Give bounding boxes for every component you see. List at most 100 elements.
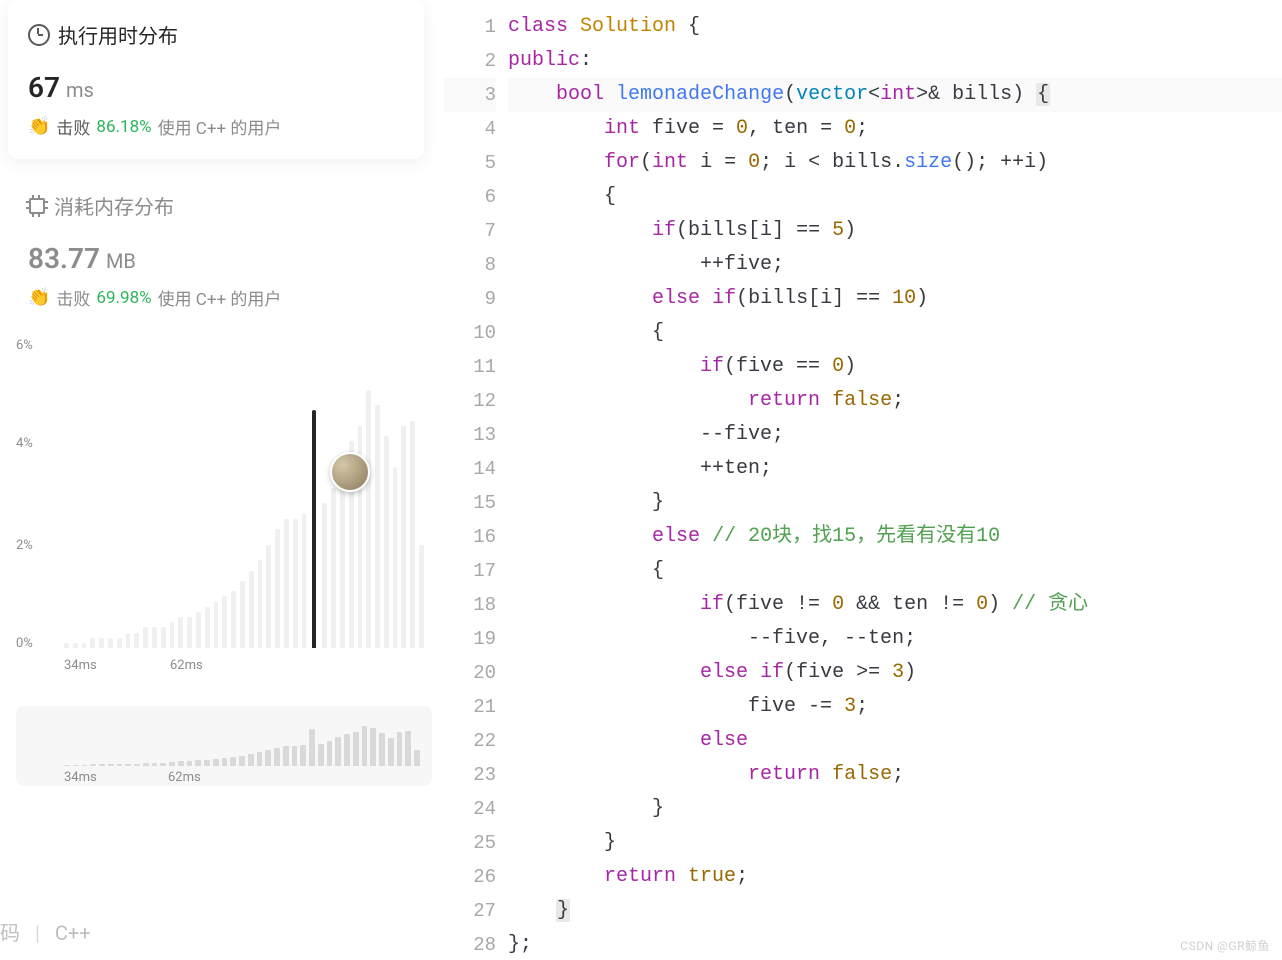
bar[interactable]	[302, 514, 307, 648]
code-line[interactable]: if(bills[i] == 5)	[508, 214, 1282, 248]
bar[interactable]	[73, 643, 78, 648]
mini-bar	[90, 764, 96, 766]
stats-panel: 执行用时分布 67 ms 👏 击败 86.18% 使用 C++ 的用户	[0, 0, 444, 960]
bar[interactable]	[366, 390, 371, 648]
runtime-title-text: 执行用时分布	[58, 20, 178, 49]
bar[interactable]	[108, 638, 113, 648]
runtime-distribution-chart[interactable]: 6% 4% 2% 0% 34ms 62ms	[16, 338, 432, 698]
bar[interactable]	[384, 436, 389, 648]
code-line[interactable]: }	[508, 894, 1282, 928]
bar[interactable]	[117, 638, 122, 648]
mini-bar	[309, 729, 315, 766]
code-line[interactable]: --five, --ten;	[508, 622, 1282, 656]
bar[interactable]	[99, 638, 104, 648]
bar[interactable]	[196, 612, 201, 648]
line-number: 27	[444, 894, 496, 928]
code-line[interactable]: }	[508, 826, 1282, 860]
bar[interactable]	[170, 622, 175, 648]
line-number: 6	[444, 180, 496, 214]
line-number: 5	[444, 146, 496, 180]
code-editor[interactable]: 1234567891011121314151617181920212223242…	[444, 0, 1282, 960]
code-line[interactable]: {	[508, 316, 1282, 350]
line-number: 23	[444, 758, 496, 792]
bar[interactable]	[64, 643, 69, 648]
code-line[interactable]: else if(five >= 3)	[508, 656, 1282, 690]
code-line[interactable]: return true;	[508, 860, 1282, 894]
memory-beat-label: 击败	[56, 285, 90, 310]
code-line[interactable]: ++ten;	[508, 452, 1282, 486]
bar[interactable]	[275, 529, 280, 648]
bar[interactable]	[90, 638, 95, 648]
mini-bar	[335, 737, 341, 766]
bar[interactable]	[284, 519, 289, 648]
line-number: 10	[444, 316, 496, 350]
memory-value: 83.77	[28, 242, 100, 275]
bar[interactable]	[312, 410, 316, 648]
bar[interactable]	[322, 503, 327, 648]
bar[interactable]	[126, 633, 131, 649]
bar[interactable]	[143, 627, 148, 648]
bar[interactable]	[161, 627, 166, 648]
code-line[interactable]: --five;	[508, 418, 1282, 452]
code-line[interactable]: else // 20块，找15，先看有没有10	[508, 520, 1282, 554]
mini-bar	[187, 761, 193, 766]
bar[interactable]	[266, 545, 271, 648]
code-line[interactable]: }	[508, 792, 1282, 826]
bar[interactable]	[293, 519, 298, 648]
clap-icon: 👏	[28, 116, 50, 137]
code-line[interactable]: int five = 0, ten = 0;	[508, 112, 1282, 146]
code-line[interactable]: for(int i = 0; i < bills.size(); ++i)	[508, 146, 1282, 180]
memory-section: 消耗内存分布 83.77 MB 👏 击败 69.98% 使用 C++ 的用户	[28, 191, 416, 310]
user-avatar-marker[interactable]	[330, 452, 370, 492]
bar[interactable]	[134, 633, 139, 649]
mini-bar	[388, 738, 394, 766]
code-line[interactable]: bool lemonadeChange(vector<int>& bills) …	[508, 78, 1282, 112]
line-number: 17	[444, 554, 496, 588]
code-line[interactable]: {	[508, 180, 1282, 214]
mini-bar	[353, 732, 359, 766]
bar[interactable]	[258, 560, 263, 648]
code-line[interactable]: public:	[508, 44, 1282, 78]
code-line[interactable]: else if(bills[i] == 10)	[508, 282, 1282, 316]
bar[interactable]	[187, 617, 192, 648]
tab-code[interactable]: 码	[0, 921, 20, 945]
line-number: 7	[444, 214, 496, 248]
bar[interactable]	[393, 467, 398, 648]
mini-xlabels: 34ms 62ms	[64, 770, 420, 785]
line-number: 20	[444, 656, 496, 690]
runtime-beat-pct: 86.18%	[96, 117, 151, 137]
bar[interactable]	[331, 488, 336, 648]
line-number: 26	[444, 860, 496, 894]
mini-bar	[248, 754, 254, 766]
bar[interactable]	[249, 571, 254, 649]
bar[interactable]	[375, 405, 380, 648]
bar[interactable]	[152, 627, 157, 648]
code-line[interactable]: {	[508, 554, 1282, 588]
code-line[interactable]: return false;	[508, 384, 1282, 418]
code-line[interactable]: five -= 3;	[508, 690, 1282, 724]
code-line[interactable]: }	[508, 486, 1282, 520]
runtime-beat-label: 击败	[56, 114, 90, 139]
bar[interactable]	[240, 581, 245, 648]
bar[interactable]	[410, 421, 415, 648]
code-line[interactable]: };	[508, 928, 1282, 960]
bar[interactable]	[178, 617, 183, 648]
bar[interactable]	[401, 426, 406, 648]
code-line[interactable]: if(five == 0)	[508, 350, 1282, 384]
code-line[interactable]: else	[508, 724, 1282, 758]
code-line[interactable]: ++five;	[508, 248, 1282, 282]
code-line[interactable]: if(five != 0 && ten != 0) // 贪心	[508, 588, 1282, 622]
code-line[interactable]: return false;	[508, 758, 1282, 792]
bar[interactable]	[205, 607, 210, 648]
mini-bar	[327, 741, 333, 766]
mini-bar	[397, 732, 403, 766]
bar[interactable]	[82, 643, 87, 648]
mini-distribution-chart[interactable]: 34ms 62ms	[16, 706, 432, 786]
bar[interactable]	[231, 591, 236, 648]
bar[interactable]	[222, 596, 227, 648]
bar[interactable]	[419, 545, 424, 648]
code-lines[interactable]: class Solution {public: bool lemonadeCha…	[508, 10, 1282, 960]
tab-language[interactable]: C++	[55, 921, 91, 945]
bar[interactable]	[214, 602, 219, 649]
code-line[interactable]: class Solution {	[508, 10, 1282, 44]
